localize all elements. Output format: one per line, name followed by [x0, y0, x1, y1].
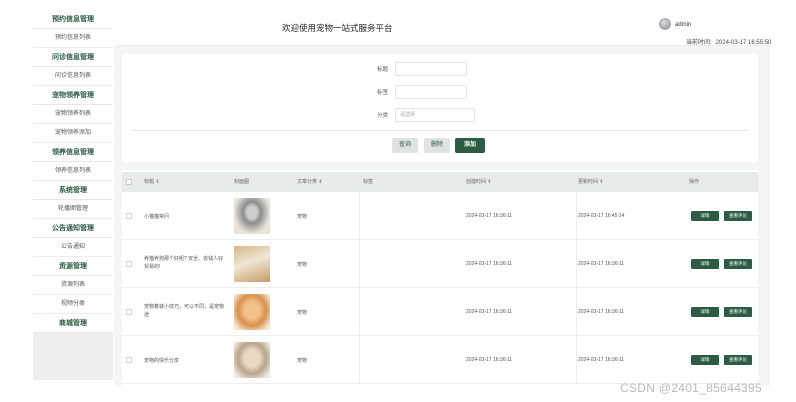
row-created: 2024-03-17 16:36:11 [466, 261, 513, 267]
col-divider [359, 240, 360, 287]
search-panel: 标题 标签 分类 请选择 查询 删除 添加 [122, 54, 758, 162]
detail-button[interactable]: 详情 [691, 307, 719, 317]
add-button[interactable]: 添加 [455, 138, 485, 153]
table-row: 养猫养狗那个好呢? 安全、省钱人好贸易的! 宠物 2024-03-17 16:3… [122, 240, 758, 288]
category-field-row: 分类 请选择 [122, 108, 758, 122]
username[interactable]: admin [675, 22, 691, 28]
col-divider [576, 288, 577, 335]
table-row: 宠物着装小技巧，可以不同，是宠物迷 宠物 2024-03-17 16:36:11… [122, 288, 758, 336]
title-input[interactable] [395, 62, 467, 76]
tag-label: 标签 [376, 90, 388, 96]
row-category: 宠物 [297, 358, 308, 364]
nav-item-adoption-list[interactable]: 宠物领养列表 [33, 105, 113, 124]
watermark: CSDN @2401_85644395 [620, 381, 762, 395]
sidebar-menu: 预约信息管理 预约信息列表 问诊信息管理 问诊信息列表 宠物领养管理 宠物领养列… [33, 10, 113, 333]
nav-item-adoption-info-list[interactable]: 领养信息列表 [33, 162, 113, 181]
current-time: 当前时间: 2024-03-17 16:55:50 [686, 37, 771, 46]
nav-item-resource-list[interactable]: 资源列表 [33, 276, 113, 295]
col-divider [359, 336, 360, 383]
nav-group-announcement[interactable]: 公告通知管理 [33, 219, 113, 238]
nav-group-resources[interactable]: 资源管理 [33, 257, 113, 276]
tag-field-row: 标签 [122, 85, 758, 99]
col-divider [359, 192, 360, 239]
col-divider [359, 288, 360, 335]
row-created: 2024-03-17 16:36:11 [466, 357, 513, 363]
view-comments-button[interactable]: 查看评论 [724, 259, 752, 269]
nav-group-mall[interactable]: 商城管理 [33, 314, 113, 333]
nav-item-reservation-list[interactable]: 预约信息列表 [33, 29, 113, 48]
title-field-row: 标题 [122, 62, 758, 76]
col-divider [576, 192, 577, 239]
main-content: 标题 标签 分类 请选择 查询 删除 添加 标题 ⇕ 封面图 文章分类 ⇕ 标签… [114, 46, 770, 386]
avatar[interactable] [659, 18, 671, 30]
site-title: 欢迎使用宠物一站式服务平台 [282, 23, 393, 33]
col-divider [576, 336, 577, 383]
search-divider [132, 130, 748, 131]
row-updated: 2024-03-17 16:36:11 [578, 309, 625, 315]
nav-group-consultation[interactable]: 问诊信息管理 [33, 48, 113, 67]
row-category: 宠物 [297, 214, 308, 220]
category-select[interactable]: 请选择 [395, 108, 475, 122]
cover-image [234, 246, 270, 282]
row-updated: 2024-03-17 16:45:14 [578, 213, 625, 219]
row-category: 宠物 [297, 262, 308, 268]
row-checkbox[interactable] [126, 261, 132, 267]
col-divider [576, 240, 577, 287]
col-title[interactable]: 标题 ⇕ [144, 178, 160, 185]
article-table: 标题 ⇕ 封面图 文章分类 ⇕ 标签 创建时间 ⇕ 更新时间 ⇕ 操作 小猫猫常… [122, 170, 758, 386]
top-header: 欢迎使用宠物一站式服务平台 admin 当前时间: 2024-03-17 16:5… [114, 10, 771, 46]
row-title: 宠物的快乐分享 [144, 358, 180, 364]
row-created: 2024-03-17 16:36:11 [466, 213, 513, 219]
col-cover: 封面图 [234, 179, 250, 185]
cover-image [234, 294, 270, 330]
row-updated: 2024-03-17 16:36:11 [578, 261, 625, 267]
col-updated[interactable]: 更新时间 ⇕ [578, 178, 604, 185]
query-button[interactable]: 查询 [392, 138, 418, 153]
view-comments-button[interactable]: 查看评论 [724, 307, 752, 317]
row-category: 宠物 [297, 310, 308, 316]
row-checkbox[interactable] [126, 357, 132, 363]
col-category[interactable]: 文章分类 ⇕ [297, 178, 323, 185]
col-actions: 操作 [689, 179, 700, 185]
row-title: 小猫猫常问 [144, 214, 170, 220]
nav-item-consultation-list[interactable]: 问诊信息列表 [33, 67, 113, 86]
tag-input[interactable] [395, 85, 467, 99]
col-tag: 标签 [363, 179, 374, 185]
row-checkbox[interactable] [126, 213, 132, 219]
row-title: 养猫养狗那个好呢? 安全、省钱人好贸易的! [144, 256, 224, 270]
nav-group-reservation[interactable]: 预约信息管理 [33, 10, 113, 29]
nav-item-carousel[interactable]: 轮播图管理 [33, 200, 113, 219]
table-row: 宠物的快乐分享 宠物 2024-03-17 16:36:11 2024-03-1… [122, 336, 758, 384]
view-comments-button[interactable]: 查看评论 [724, 355, 752, 365]
col-created[interactable]: 创建时间 ⇕ [466, 178, 492, 185]
nav-group-adoption-info[interactable]: 领养信息管理 [33, 143, 113, 162]
view-comments-button[interactable]: 查看评论 [724, 211, 752, 221]
nav-item-announcement[interactable]: 公告通知 [33, 238, 113, 257]
table-row: 小猫猫常问 宠物 2024-03-17 16:36:11 2024-03-17 … [122, 192, 758, 240]
nav-group-pet-adoption[interactable]: 宠物领养管理 [33, 86, 113, 105]
category-label: 分类 [376, 113, 388, 119]
title-label: 标题 [376, 67, 388, 73]
nav-item-adoption-add[interactable]: 宠物领养添加 [33, 124, 113, 143]
sidebar: 预约信息管理 预约信息列表 问诊信息管理 问诊信息列表 宠物领养管理 宠物领养列… [33, 10, 113, 380]
nav-group-system[interactable]: 系统管理 [33, 181, 113, 200]
cover-image [234, 198, 270, 234]
cover-image [234, 342, 270, 378]
nav-item-video-category[interactable]: 视频分类 [33, 295, 113, 314]
detail-button[interactable]: 详情 [691, 211, 719, 221]
select-all-checkbox[interactable] [126, 179, 132, 185]
row-checkbox[interactable] [126, 309, 132, 315]
detail-button[interactable]: 详情 [691, 259, 719, 269]
row-title: 宠物着装小技巧，可以不同，是宠物迷 [144, 304, 225, 318]
delete-button[interactable]: 删除 [424, 138, 450, 153]
detail-button[interactable]: 详情 [691, 355, 719, 365]
table-header: 标题 ⇕ 封面图 文章分类 ⇕ 标签 创建时间 ⇕ 更新时间 ⇕ 操作 [122, 172, 758, 192]
row-updated: 2024-03-17 16:36:11 [578, 357, 625, 363]
row-created: 2024-03-17 16:36:11 [466, 309, 513, 315]
